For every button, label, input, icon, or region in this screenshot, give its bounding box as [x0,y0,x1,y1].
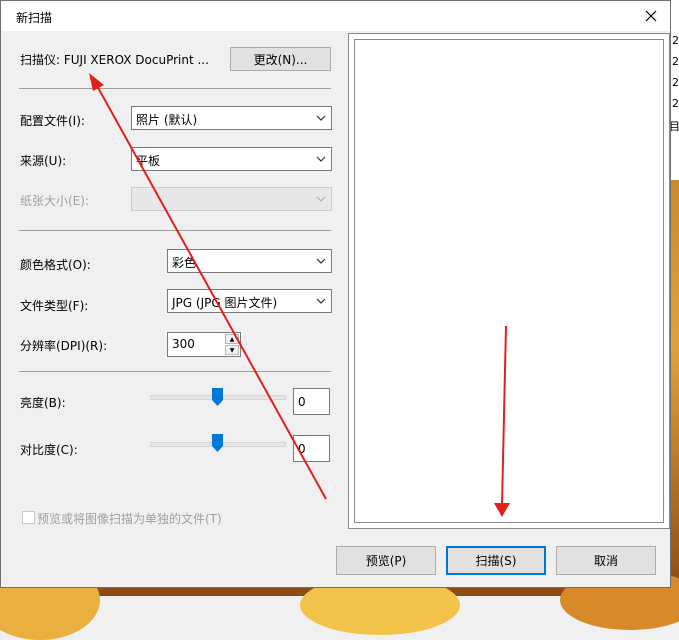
separator [19,371,331,372]
file-type-label: 文件类型(F): [20,299,89,313]
file-type-select[interactable]: JPG (JPG 图片文件) [167,289,332,313]
spin-down-icon[interactable]: ▼ [225,345,239,355]
dialog-title: 新扫描 [16,11,53,25]
contrast-value: 0 [298,442,306,456]
preview-area [348,33,670,529]
brightness-value: 0 [298,395,306,409]
preview-button[interactable]: 预览(P) [336,546,436,575]
color-format-select[interactable]: 彩色 [167,249,332,273]
source-value: 平板 [136,154,161,168]
profile-value: 照片 (默认) [136,113,198,127]
paper-size-select [131,187,332,211]
file-type-value: JPG (JPG 图片文件) [172,296,278,310]
new-scan-dialog: 新扫描 扫描仪: FUJI XEROX DocuPrint ... 更改(N).… [0,0,671,588]
resolution-value: 300 [172,337,195,351]
change-scanner-button[interactable]: 更改(N)... [230,47,331,71]
brightness-value-box[interactable]: 0 [293,388,330,415]
cancel-button[interactable]: 取消 [556,546,656,575]
contrast-value-box[interactable]: 0 [293,435,330,462]
brightness-label: 亮度(B): [20,396,66,410]
preview-canvas [354,39,664,523]
source-select[interactable]: 平板 [131,147,332,171]
scanner-label: 扫描仪: FUJI XEROX DocuPrint ... [20,53,209,67]
title-bar: 新扫描 [1,1,670,31]
chevron-down-icon [316,196,326,202]
contrast-slider-thumb[interactable] [211,434,223,452]
source-label: 来源(U): [20,154,67,168]
chevron-down-icon [316,156,326,162]
spin-up-icon[interactable]: ▲ [225,334,239,344]
close-icon[interactable] [638,3,664,29]
color-format-value: 彩色 [172,256,197,270]
paper-size-label: 纸张大小(E): [20,194,89,208]
separate-files-label: 预览或将图像扫描为单独的文件(T) [37,512,222,526]
chevron-down-icon [316,115,326,121]
profile-label: 配置文件(I): [20,114,85,128]
brightness-slider-thumb[interactable] [211,388,223,406]
contrast-label: 对比度(C): [20,443,78,457]
resolution-spinner[interactable]: 300 ▲ ▼ [167,332,241,357]
chevron-down-icon [316,298,326,304]
chevron-down-icon [316,258,326,264]
resolution-label: 分辨率(DPI)(R): [20,339,108,353]
separator [19,88,331,89]
profile-select[interactable]: 照片 (默认) [131,106,332,130]
separator [19,230,331,231]
color-format-label: 颜色格式(O): [20,258,91,272]
separate-files-checkbox[interactable] [22,511,35,524]
scan-button[interactable]: 扫描(S) [446,546,546,575]
